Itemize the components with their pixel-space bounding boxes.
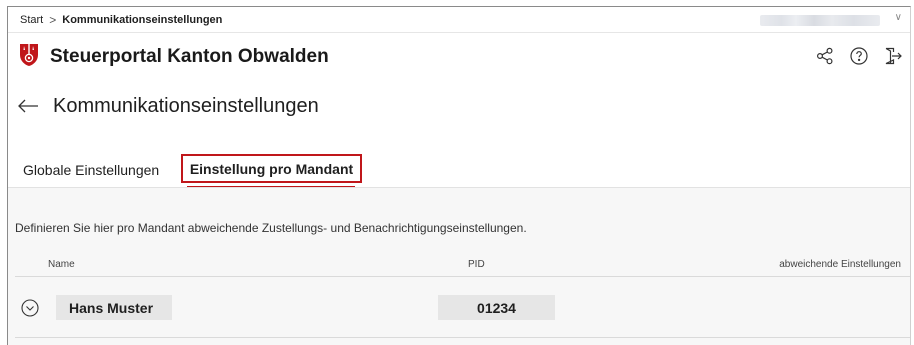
column-header-diff-settings: abweichende Einstellungen xyxy=(779,259,901,270)
description-text: Definieren Sie hier pro Mandant abweiche… xyxy=(15,221,527,235)
app-title: Steuerportal Kanton Obwalden xyxy=(50,46,329,67)
chevron-down-icon[interactable]: ∨ xyxy=(895,12,902,23)
client-name-cell: Hans Muster xyxy=(56,295,172,320)
tab-settings-per-client[interactable]: Einstellung pro Mandant xyxy=(181,154,362,183)
tab-global-settings[interactable]: Globale Einstellungen xyxy=(23,153,159,187)
header-actions xyxy=(808,43,910,69)
expand-circle-icon[interactable] xyxy=(21,299,39,317)
table-row[interactable]: Hans Muster 01234 xyxy=(8,277,910,338)
column-header-pid: PID xyxy=(468,259,485,270)
tab-bar: Globale Einstellungen Einstellung pro Ma… xyxy=(8,153,910,188)
client-pid-cell: 01234 xyxy=(438,295,555,320)
logout-icon[interactable] xyxy=(876,43,910,69)
canton-logo xyxy=(20,44,38,66)
column-header-name: Name xyxy=(48,259,75,270)
back-arrow-icon[interactable] xyxy=(17,96,41,116)
row-divider xyxy=(15,337,910,338)
user-name-blurred[interactable] xyxy=(760,15,880,26)
breadcrumb-separator: > xyxy=(49,13,57,27)
content-area: Definieren Sie hier pro Mandant abweiche… xyxy=(8,187,910,345)
help-icon[interactable] xyxy=(842,43,876,69)
breadcrumb-start[interactable]: Start xyxy=(20,14,43,26)
page-title-row: Kommunikationseinstellungen xyxy=(8,91,319,121)
page-title: Kommunikationseinstellungen xyxy=(53,94,319,117)
app-frame: Start > Kommunikationseinstellungen ∨ St… xyxy=(7,6,911,345)
header: Steuerportal Kanton Obwalden xyxy=(8,33,910,79)
breadcrumb: Start > Kommunikationseinstellungen xyxy=(20,13,222,27)
share-icon[interactable] xyxy=(808,43,842,69)
breadcrumb-current: Kommunikationseinstellungen xyxy=(62,14,223,26)
top-bar: Start > Kommunikationseinstellungen ∨ xyxy=(8,7,910,33)
